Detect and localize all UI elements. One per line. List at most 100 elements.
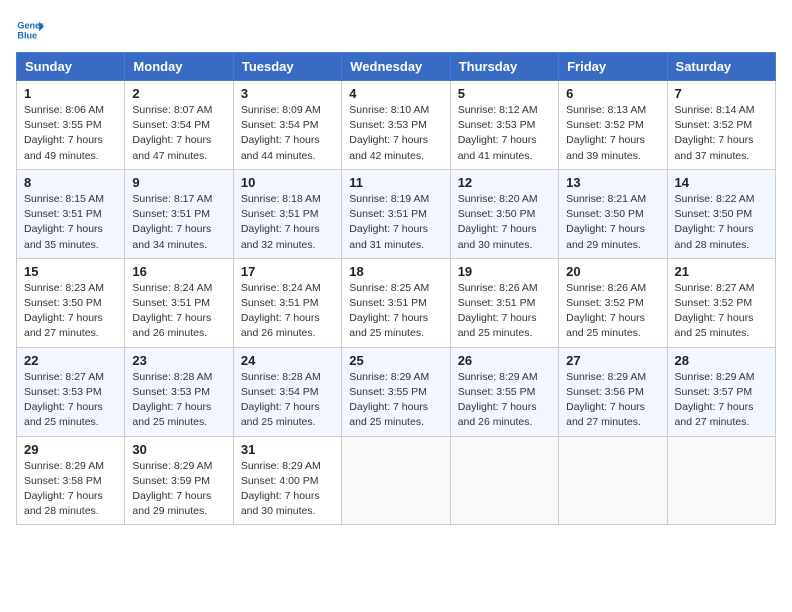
- week-row-4: 22 Sunrise: 8:27 AMSunset: 3:53 PMDaylig…: [17, 347, 776, 436]
- day-detail: Sunrise: 8:29 AMSunset: 3:56 PMDaylight:…: [566, 371, 646, 429]
- day-cell: [450, 436, 558, 525]
- day-cell: 15 Sunrise: 8:23 AMSunset: 3:50 PMDaylig…: [17, 258, 125, 347]
- day-number: 29: [24, 442, 117, 457]
- day-detail: Sunrise: 8:17 AMSunset: 3:51 PMDaylight:…: [132, 193, 212, 251]
- day-number: 12: [458, 175, 551, 190]
- day-cell: [559, 436, 667, 525]
- day-cell: 4 Sunrise: 8:10 AMSunset: 3:53 PMDayligh…: [342, 81, 450, 170]
- day-number: 19: [458, 264, 551, 279]
- day-cell: 12 Sunrise: 8:20 AMSunset: 3:50 PMDaylig…: [450, 169, 558, 258]
- day-number: 27: [566, 353, 659, 368]
- day-detail: Sunrise: 8:25 AMSunset: 3:51 PMDaylight:…: [349, 282, 429, 340]
- day-detail: Sunrise: 8:09 AMSunset: 3:54 PMDaylight:…: [241, 104, 321, 162]
- day-cell: 22 Sunrise: 8:27 AMSunset: 3:53 PMDaylig…: [17, 347, 125, 436]
- day-number: 6: [566, 86, 659, 101]
- col-header-thursday: Thursday: [450, 53, 558, 81]
- day-detail: Sunrise: 8:28 AMSunset: 3:54 PMDaylight:…: [241, 371, 321, 429]
- day-number: 22: [24, 353, 117, 368]
- day-number: 5: [458, 86, 551, 101]
- day-cell: 17 Sunrise: 8:24 AMSunset: 3:51 PMDaylig…: [233, 258, 341, 347]
- day-cell: 23 Sunrise: 8:28 AMSunset: 3:53 PMDaylig…: [125, 347, 233, 436]
- day-cell: 24 Sunrise: 8:28 AMSunset: 3:54 PMDaylig…: [233, 347, 341, 436]
- day-cell: 28 Sunrise: 8:29 AMSunset: 3:57 PMDaylig…: [667, 347, 775, 436]
- day-number: 8: [24, 175, 117, 190]
- day-cell: 31 Sunrise: 8:29 AMSunset: 4:00 PMDaylig…: [233, 436, 341, 525]
- day-number: 7: [675, 86, 768, 101]
- day-detail: Sunrise: 8:23 AMSunset: 3:50 PMDaylight:…: [24, 282, 104, 340]
- week-row-1: 1 Sunrise: 8:06 AMSunset: 3:55 PMDayligh…: [17, 81, 776, 170]
- col-header-saturday: Saturday: [667, 53, 775, 81]
- col-header-tuesday: Tuesday: [233, 53, 341, 81]
- day-detail: Sunrise: 8:29 AMSunset: 3:55 PMDaylight:…: [349, 371, 429, 429]
- day-detail: Sunrise: 8:27 AMSunset: 3:52 PMDaylight:…: [675, 282, 755, 340]
- day-cell: 29 Sunrise: 8:29 AMSunset: 3:58 PMDaylig…: [17, 436, 125, 525]
- week-row-3: 15 Sunrise: 8:23 AMSunset: 3:50 PMDaylig…: [17, 258, 776, 347]
- day-cell: 20 Sunrise: 8:26 AMSunset: 3:52 PMDaylig…: [559, 258, 667, 347]
- day-cell: 19 Sunrise: 8:26 AMSunset: 3:51 PMDaylig…: [450, 258, 558, 347]
- day-number: 18: [349, 264, 442, 279]
- day-cell: [667, 436, 775, 525]
- week-row-5: 29 Sunrise: 8:29 AMSunset: 3:58 PMDaylig…: [17, 436, 776, 525]
- day-number: 2: [132, 86, 225, 101]
- day-cell: 26 Sunrise: 8:29 AMSunset: 3:55 PMDaylig…: [450, 347, 558, 436]
- day-number: 15: [24, 264, 117, 279]
- day-detail: Sunrise: 8:14 AMSunset: 3:52 PMDaylight:…: [675, 104, 755, 162]
- day-number: 17: [241, 264, 334, 279]
- day-detail: Sunrise: 8:20 AMSunset: 3:50 PMDaylight:…: [458, 193, 538, 251]
- day-cell: 25 Sunrise: 8:29 AMSunset: 3:55 PMDaylig…: [342, 347, 450, 436]
- day-number: 11: [349, 175, 442, 190]
- day-number: 9: [132, 175, 225, 190]
- day-cell: 11 Sunrise: 8:19 AMSunset: 3:51 PMDaylig…: [342, 169, 450, 258]
- day-detail: Sunrise: 8:22 AMSunset: 3:50 PMDaylight:…: [675, 193, 755, 251]
- day-cell: [342, 436, 450, 525]
- day-detail: Sunrise: 8:24 AMSunset: 3:51 PMDaylight:…: [132, 282, 212, 340]
- day-number: 26: [458, 353, 551, 368]
- day-number: 30: [132, 442, 225, 457]
- header-row: SundayMondayTuesdayWednesdayThursdayFrid…: [17, 53, 776, 81]
- day-cell: 13 Sunrise: 8:21 AMSunset: 3:50 PMDaylig…: [559, 169, 667, 258]
- day-detail: Sunrise: 8:29 AMSunset: 3:58 PMDaylight:…: [24, 460, 104, 518]
- day-number: 23: [132, 353, 225, 368]
- day-detail: Sunrise: 8:26 AMSunset: 3:52 PMDaylight:…: [566, 282, 646, 340]
- day-number: 25: [349, 353, 442, 368]
- day-number: 20: [566, 264, 659, 279]
- day-cell: 5 Sunrise: 8:12 AMSunset: 3:53 PMDayligh…: [450, 81, 558, 170]
- day-number: 14: [675, 175, 768, 190]
- col-header-monday: Monday: [125, 53, 233, 81]
- day-cell: 14 Sunrise: 8:22 AMSunset: 3:50 PMDaylig…: [667, 169, 775, 258]
- day-number: 21: [675, 264, 768, 279]
- day-number: 4: [349, 86, 442, 101]
- day-detail: Sunrise: 8:29 AMSunset: 3:57 PMDaylight:…: [675, 371, 755, 429]
- day-cell: 6 Sunrise: 8:13 AMSunset: 3:52 PMDayligh…: [559, 81, 667, 170]
- day-number: 10: [241, 175, 334, 190]
- day-number: 28: [675, 353, 768, 368]
- day-detail: Sunrise: 8:10 AMSunset: 3:53 PMDaylight:…: [349, 104, 429, 162]
- page-header: General Blue: [16, 16, 776, 44]
- day-detail: Sunrise: 8:21 AMSunset: 3:50 PMDaylight:…: [566, 193, 646, 251]
- day-cell: 8 Sunrise: 8:15 AMSunset: 3:51 PMDayligh…: [17, 169, 125, 258]
- day-detail: Sunrise: 8:26 AMSunset: 3:51 PMDaylight:…: [458, 282, 538, 340]
- day-detail: Sunrise: 8:29 AMSunset: 3:55 PMDaylight:…: [458, 371, 538, 429]
- day-cell: 1 Sunrise: 8:06 AMSunset: 3:55 PMDayligh…: [17, 81, 125, 170]
- day-cell: 9 Sunrise: 8:17 AMSunset: 3:51 PMDayligh…: [125, 169, 233, 258]
- col-header-wednesday: Wednesday: [342, 53, 450, 81]
- day-cell: 16 Sunrise: 8:24 AMSunset: 3:51 PMDaylig…: [125, 258, 233, 347]
- day-detail: Sunrise: 8:29 AMSunset: 4:00 PMDaylight:…: [241, 460, 321, 518]
- day-detail: Sunrise: 8:12 AMSunset: 3:53 PMDaylight:…: [458, 104, 538, 162]
- day-detail: Sunrise: 8:13 AMSunset: 3:52 PMDaylight:…: [566, 104, 646, 162]
- col-header-friday: Friday: [559, 53, 667, 81]
- day-detail: Sunrise: 8:15 AMSunset: 3:51 PMDaylight:…: [24, 193, 104, 251]
- day-detail: Sunrise: 8:18 AMSunset: 3:51 PMDaylight:…: [241, 193, 321, 251]
- day-number: 13: [566, 175, 659, 190]
- svg-text:Blue: Blue: [17, 30, 37, 40]
- day-number: 31: [241, 442, 334, 457]
- logo: General Blue: [16, 16, 44, 44]
- day-cell: 18 Sunrise: 8:25 AMSunset: 3:51 PMDaylig…: [342, 258, 450, 347]
- day-number: 16: [132, 264, 225, 279]
- day-detail: Sunrise: 8:07 AMSunset: 3:54 PMDaylight:…: [132, 104, 212, 162]
- day-detail: Sunrise: 8:29 AMSunset: 3:59 PMDaylight:…: [132, 460, 212, 518]
- day-number: 1: [24, 86, 117, 101]
- day-detail: Sunrise: 8:24 AMSunset: 3:51 PMDaylight:…: [241, 282, 321, 340]
- day-number: 3: [241, 86, 334, 101]
- calendar-table: SundayMondayTuesdayWednesdayThursdayFrid…: [16, 52, 776, 525]
